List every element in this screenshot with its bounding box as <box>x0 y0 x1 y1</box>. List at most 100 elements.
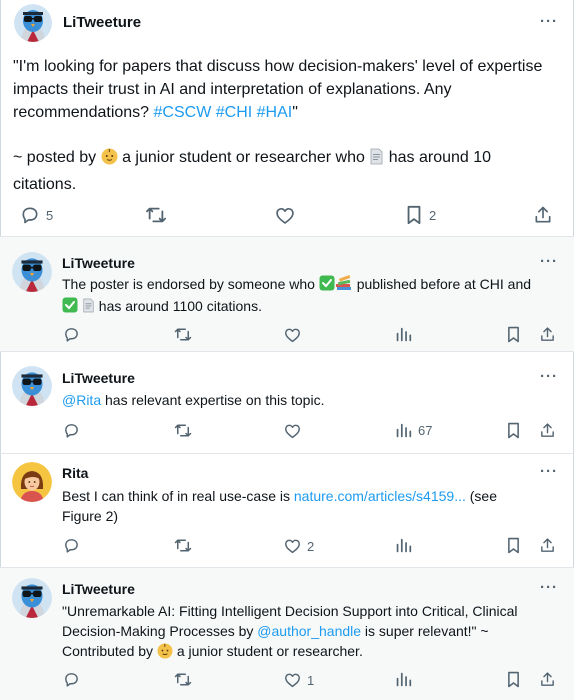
like-icon <box>285 673 300 688</box>
mention-link[interactable]: @Rita <box>62 392 101 408</box>
bookmark-icon <box>407 205 421 225</box>
retweet-button[interactable] <box>174 537 192 554</box>
more-options-icon[interactable]: ··· <box>540 463 558 480</box>
author-name[interactable]: LiTweeture <box>63 14 141 31</box>
views-icon <box>396 672 412 687</box>
hashtags-link[interactable]: #CSCW #CHI #HAI <box>154 104 293 121</box>
share-icon <box>535 206 551 223</box>
check-badge <box>62 297 78 318</box>
poster-meta: ~ posted by a junior student or research… <box>13 146 558 197</box>
reply-icon <box>65 673 78 687</box>
like-button[interactable]: 1 <box>284 672 314 688</box>
reply-author-name[interactable]: Rita <box>62 465 88 481</box>
divider <box>0 453 574 454</box>
reply-button[interactable]: 5 <box>20 205 53 225</box>
more-options-icon[interactable]: ··· <box>540 13 558 30</box>
like-button[interactable]: 2 <box>284 538 314 554</box>
views-button[interactable] <box>395 326 412 343</box>
reply-2-text: @Rita has relevant expertise on this top… <box>62 390 540 410</box>
views-count: 67 <box>418 423 433 438</box>
views-button[interactable]: 67 <box>395 422 432 439</box>
owl-avatar[interactable] <box>14 4 52 42</box>
views-button[interactable] <box>395 671 412 688</box>
reply-button[interactable] <box>63 537 80 554</box>
retweet-button[interactable] <box>174 326 192 343</box>
like-button[interactable] <box>284 327 301 343</box>
share-button[interactable] <box>533 205 553 225</box>
tweet-close-quote: " <box>292 104 298 121</box>
views-icon <box>396 538 412 553</box>
reply-text-part: a junior student or researcher. <box>172 643 363 659</box>
divider <box>0 351 574 352</box>
bookmark-button[interactable] <box>506 671 521 688</box>
views-button[interactable] <box>395 537 412 554</box>
document-icon <box>369 148 384 173</box>
bookmark-icon <box>508 537 519 554</box>
mention-link[interactable]: @author_handle <box>257 623 361 639</box>
like-icon <box>285 424 300 439</box>
like-icon <box>285 539 300 554</box>
reply-button[interactable] <box>63 326 80 343</box>
share-button[interactable] <box>539 537 556 554</box>
meta-mid: a junior student or researcher who <box>117 149 370 166</box>
bookmark-count: 2 <box>429 207 437 223</box>
like-icon <box>285 328 300 343</box>
reply-1-text: The poster is endorsed by someone who pu… <box>62 274 540 318</box>
share-icon <box>541 423 554 437</box>
share-button[interactable] <box>539 422 556 439</box>
retweet-icon <box>146 207 166 223</box>
more-options-icon[interactable]: ··· <box>540 253 558 270</box>
retweet-icon <box>174 673 192 686</box>
reply-author-name[interactable]: LiTweeture <box>62 581 135 597</box>
views-icon <box>396 423 412 438</box>
reply-button[interactable] <box>63 671 80 688</box>
reply-text-part: has around 1100 citations. <box>94 298 262 314</box>
article-link[interactable]: nature.com/articles/s4159... <box>294 488 466 504</box>
reply-author-name[interactable]: LiTweeture <box>62 370 135 386</box>
retweet-button[interactable] <box>174 422 192 439</box>
bookmark-button[interactable] <box>506 422 521 439</box>
reply-icon <box>65 539 78 553</box>
more-options-icon[interactable]: ··· <box>540 368 558 385</box>
share-icon <box>541 672 554 686</box>
bookmark-button[interactable] <box>506 537 521 554</box>
reply-icon <box>65 424 78 438</box>
reply-icon <box>65 328 78 342</box>
rita-avatar[interactable] <box>12 462 52 502</box>
retweet-button[interactable] <box>174 671 192 688</box>
reply-text-part: The poster is endorsed by someone who <box>62 276 319 292</box>
reply-count: 5 <box>46 207 54 223</box>
owl-avatar[interactable] <box>12 578 52 618</box>
like-icon <box>276 208 294 224</box>
check-badge <box>319 275 335 296</box>
retweet-icon <box>174 424 192 437</box>
reply-text-part: published before at CHI and <box>352 276 532 292</box>
retweet-button[interactable] <box>145 205 167 225</box>
baby-face-emoji <box>157 643 173 664</box>
reply-author-name[interactable]: LiTweeture <box>62 255 135 271</box>
meta-prefix: ~ posted by <box>13 149 101 166</box>
bookmark-icon <box>508 671 519 688</box>
reply-4-text: "Unremarkable AI: Fitting Intelligent De… <box>62 601 532 664</box>
share-button[interactable] <box>539 671 556 688</box>
more-options-icon[interactable]: ··· <box>540 579 558 596</box>
like-button[interactable] <box>284 423 301 439</box>
books-icon <box>335 275 353 296</box>
share-icon <box>541 327 554 341</box>
owl-avatar[interactable] <box>12 366 52 406</box>
reply-icon <box>22 207 38 224</box>
views-icon <box>396 327 412 342</box>
bookmark-button[interactable] <box>506 326 521 343</box>
like-button[interactable] <box>275 206 295 225</box>
baby-face-emoji <box>101 148 118 173</box>
reply-button[interactable] <box>63 422 80 439</box>
bookmark-button[interactable]: 2 <box>405 205 436 225</box>
reply-3-text: Best I can think of in real use-case is … <box>62 486 540 526</box>
bookmark-icon <box>508 422 519 439</box>
owl-avatar[interactable] <box>12 252 52 292</box>
reply-text-part: Best I can think of in real use-case is <box>62 488 294 504</box>
bookmark-icon <box>508 326 519 343</box>
like-count: 2 <box>307 538 315 554</box>
share-button[interactable] <box>539 326 556 343</box>
retweet-icon <box>174 539 192 552</box>
